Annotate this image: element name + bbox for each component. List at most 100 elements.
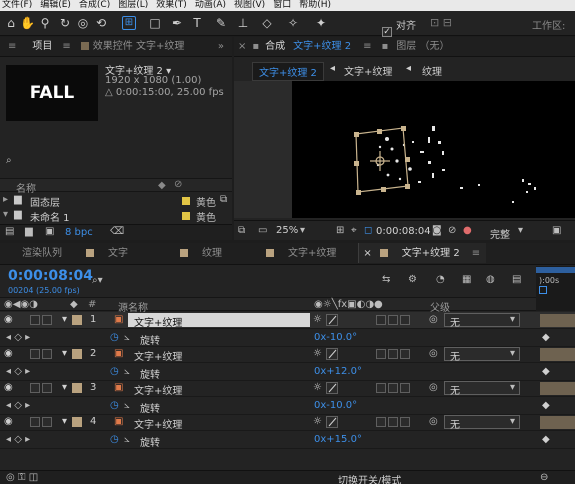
effects-toggle[interactable] (376, 315, 386, 325)
tab-comp-text-texture[interactable]: 文字+纹理 (282, 243, 358, 263)
region-of-interest-icon[interactable]: ▣ (552, 225, 561, 236)
tab-render-queue[interactable]: 渲染队列 (0, 243, 82, 263)
collapse-transform-icon[interactable]: ☼ (313, 314, 322, 325)
type-icon[interactable]: T (190, 16, 204, 30)
dropdown-chevron-icon[interactable]: ▾ (510, 382, 515, 393)
keyframe-nav-icon[interactable]: ◂ ◇ ▸ (6, 366, 30, 377)
dropdown-chevron-icon[interactable]: ▾ (510, 314, 515, 325)
zoom-dropdown[interactable]: 25% (276, 225, 298, 236)
layer-duration-bar[interactable] (540, 314, 575, 327)
effects-toggle[interactable] (376, 383, 386, 393)
layer-name[interactable]: 文字+纹理 (134, 382, 182, 397)
hand-icon[interactable]: ✋ (20, 16, 35, 30)
effects-toggle[interactable] (376, 417, 386, 427)
quality-toggle[interactable] (326, 348, 338, 360)
rotate-icon[interactable]: ↻ (58, 16, 72, 30)
label-color-swatch[interactable] (72, 349, 82, 359)
pen-icon[interactable]: ✒ (170, 16, 184, 30)
playhead-icon[interactable] (539, 286, 547, 294)
always-preview-icon[interactable]: ⧉ (238, 225, 245, 236)
visibility-eye-icon[interactable]: ◉ (4, 416, 13, 427)
new-comp-icon[interactable]: ▣ (45, 226, 54, 237)
label-column-icon[interactable]: ◆ (158, 180, 166, 191)
quality-toggle[interactable] (326, 416, 338, 428)
collapse-transform-icon[interactable]: ☼ (313, 416, 322, 427)
project-search-icon[interactable]: ⌕ (6, 155, 12, 166)
close-tab-icon[interactable]: × (234, 37, 250, 56)
timeline-ruler[interactable]: ):00s (536, 266, 575, 297)
av-features-icon[interactable]: ◉◀◉◑ (4, 299, 38, 310)
tab-project[interactable]: 项目 (24, 37, 60, 56)
timeline-search-icon[interactable]: ⌕▾ (92, 275, 103, 286)
switches-icon[interactable]: ◉☼╲fx▣◐◑● (314, 299, 383, 310)
interpret-footage-icon[interactable]: ▤ (5, 226, 14, 237)
stopwatch-icon[interactable]: ◷ (110, 400, 119, 411)
panel-overflow-icon[interactable]: » (210, 37, 232, 57)
comp-canvas[interactable] (292, 81, 575, 218)
transform-handle[interactable] (401, 126, 406, 131)
graph-icon[interactable]: ⦣ (124, 366, 130, 377)
transform-handle[interactable] (354, 132, 359, 137)
lock-icon[interactable]: ▪ (250, 37, 261, 56)
tab-project-menu-icon[interactable]: ≡ (60, 37, 72, 56)
toggle-switches-modes[interactable]: 切换开关/模式 (338, 472, 401, 484)
tab-comp-texture[interactable]: 纹理 (196, 243, 262, 263)
resolution-dropdown[interactable]: 完整 (490, 226, 510, 241)
transform-handle[interactable] (356, 190, 361, 195)
tab-menu-icon[interactable]: ≡ (355, 37, 379, 56)
region-icon[interactable]: ◻ (364, 225, 372, 236)
solo-toggle[interactable] (30, 383, 40, 393)
quality-toggle[interactable] (326, 314, 338, 326)
zoom-out-icon[interactable]: ⊖ (540, 472, 548, 483)
pan-behind-icon[interactable]: ⟲ (94, 16, 108, 30)
label-color-swatch[interactable] (72, 315, 82, 325)
menu-file[interactable]: 文件(F) (0, 0, 32, 11)
property-row[interactable]: ◂ ◇ ▸ ◷ ⦣ 旋转 0x+12.0° ◆ (0, 364, 575, 381)
quality-toggle[interactable] (326, 382, 338, 394)
draft-3d-icon[interactable]: ⚙ (408, 274, 417, 285)
property-value[interactable]: 0x-10.0° (314, 332, 357, 343)
transform-handle[interactable] (354, 161, 359, 166)
layer-duration-bar[interactable] (540, 348, 575, 361)
tab-menu-icon[interactable]: ≡ (465, 243, 487, 263)
snap-options-icon[interactable]: ⊡ ⊟ (430, 16, 452, 29)
timeline-timecode[interactable]: 0:00:08:04 (8, 268, 93, 284)
footer-toggles-icon[interactable]: ◎ ⚿ ◫ (6, 472, 38, 483)
stopwatch-icon[interactable]: ◷ (110, 332, 119, 343)
layer-duration-bar[interactable] (540, 382, 575, 395)
keyframe-icon[interactable]: ◆ (542, 400, 550, 411)
menu-icon[interactable]: ≡ (0, 37, 24, 56)
name-column-header[interactable]: 名称 (16, 180, 36, 195)
breadcrumb-item[interactable]: 纹理 (422, 63, 442, 78)
label-color-swatch[interactable] (72, 417, 82, 427)
property-value[interactable]: 0x+12.0° (314, 366, 362, 377)
dropdown-chevron-icon[interactable]: ▾ (510, 348, 515, 359)
tab-layer[interactable]: 图层 （无） (390, 37, 455, 56)
work-area-bar[interactable] (536, 267, 575, 273)
layer-row[interactable]: ◉ ▾ 4 ▣ 文字+纹理 ☼ ◎ 无 ▾ (0, 414, 575, 431)
3d-toggle[interactable] (400, 315, 410, 325)
tag-column-icon[interactable]: ⊘ (174, 179, 182, 190)
breadcrumb-item[interactable]: 文字+纹理 (344, 63, 392, 78)
lock-toggle[interactable] (42, 315, 52, 325)
trash-icon[interactable]: ⌫ (110, 226, 124, 237)
keyframe-icon[interactable]: ◆ (542, 332, 550, 343)
project-item[interactable]: ▾ ▆ 未命名 1 黄色 (0, 209, 232, 224)
tab-comp-text-texture-2[interactable]: 文字+纹理 2 (395, 243, 466, 263)
layer-row[interactable]: ◉ ▾ 1 ▣ 文字+纹理 ☼ ◎ 无 ▾ (0, 312, 575, 329)
dropdown-chevron-icon[interactable]: ▾ (510, 416, 515, 427)
3d-toggle[interactable] (400, 349, 410, 359)
lock-toggle[interactable] (42, 349, 52, 359)
effects-toggle[interactable] (376, 349, 386, 359)
resolution-chevron-icon[interactable]: ▾ (518, 225, 523, 236)
layer-row[interactable]: ◉ ▾ 2 ▣ 文字+纹理 ☼ ◎ 无 ▾ (0, 346, 575, 363)
transform-handle[interactable] (381, 187, 386, 192)
roto-brush-icon[interactable]: ✧ (286, 16, 300, 30)
graph-icon[interactable]: ⦣ (124, 400, 130, 411)
adjustment-toggle[interactable] (388, 349, 398, 359)
anchor-point-icon[interactable]: ⊞ (122, 16, 136, 30)
fit-icon[interactable]: ⊞ (336, 225, 344, 236)
tab-effects-controls[interactable]: 效果控件 文字+纹理 (93, 41, 185, 52)
stopwatch-icon[interactable]: ◷ (110, 434, 119, 445)
menu-animation[interactable]: 动画(A) (193, 0, 226, 11)
